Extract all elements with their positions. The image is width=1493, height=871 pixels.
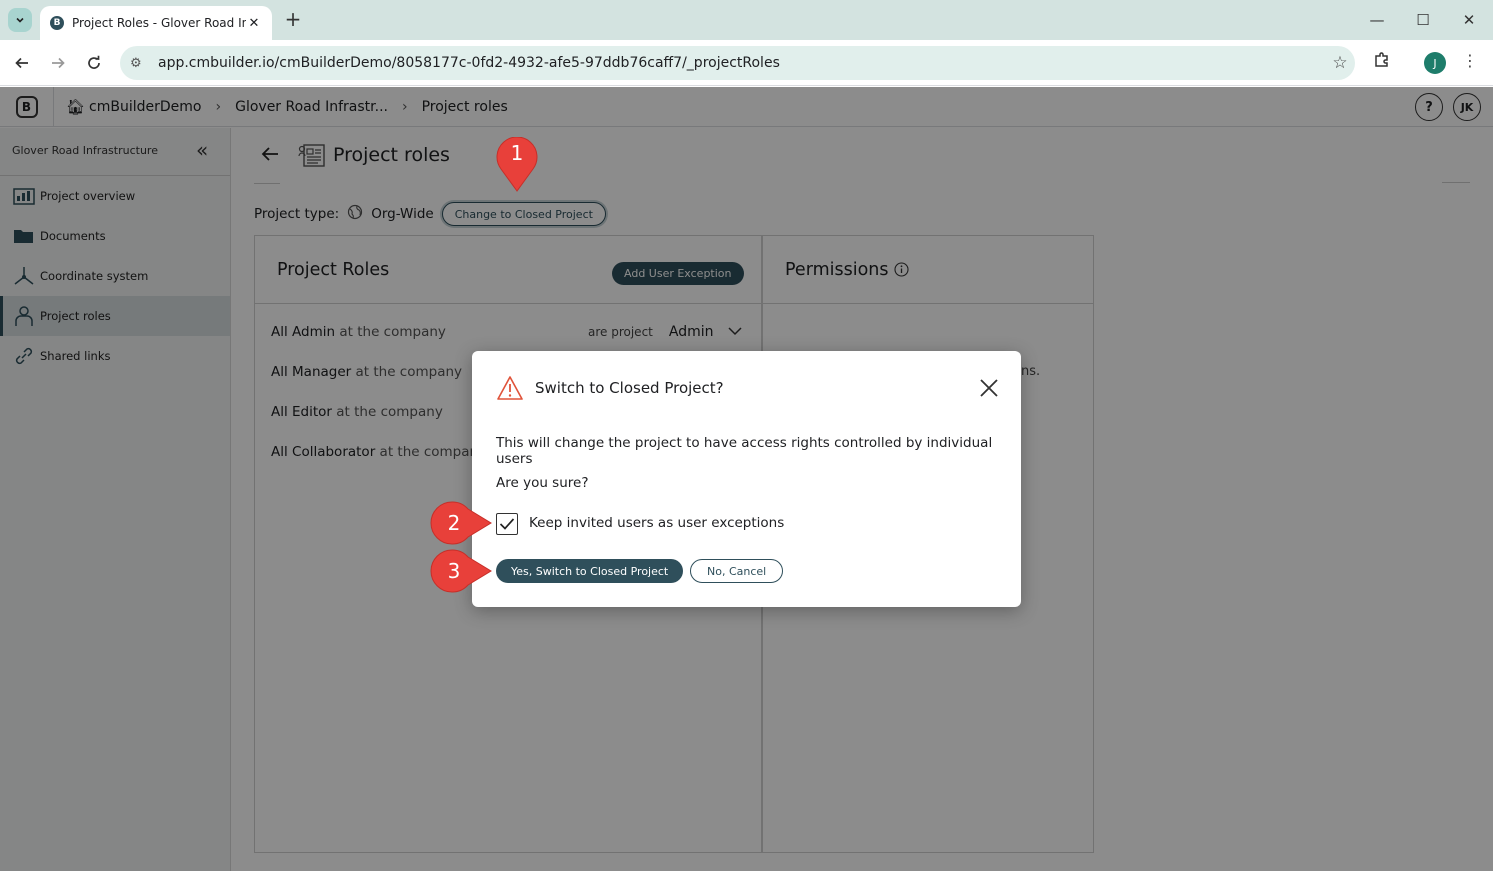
bookmark-star-icon[interactable]: ☆ — [1325, 53, 1355, 73]
tab-search-button[interactable] — [8, 8, 32, 32]
browser-tab-bar: B Project Roles - Glover Road Infr ✕ + —… — [0, 0, 1493, 40]
reload-icon — [88, 55, 100, 69]
profile-avatar[interactable]: J — [1424, 52, 1446, 74]
window-close-button[interactable]: ✕ — [1446, 0, 1492, 40]
chevron-down-icon — [16, 17, 24, 23]
callout-marker-1: 1 — [495, 136, 539, 193]
checkmark-icon — [499, 518, 515, 530]
callout-number: 2 — [447, 511, 461, 535]
tab-title: Project Roles - Glover Road Infr — [72, 16, 246, 30]
arrow-right-icon — [52, 57, 65, 69]
tab-close-icon[interactable]: ✕ — [246, 16, 262, 31]
close-icon[interactable] — [976, 375, 1002, 401]
address-bar-row: ⚙ app.cmbuilder.io/cmBuilderDemo/8058177… — [0, 40, 1493, 86]
minimize-button[interactable]: — — [1354, 0, 1400, 40]
site-settings-icon[interactable]: ⚙ — [130, 56, 152, 71]
url-text: app.cmbuilder.io/cmBuilderDemo/8058177c-… — [158, 55, 780, 71]
switch-closed-project-dialog: Switch to Closed Project? This will chan… — [472, 351, 1021, 607]
forward-button[interactable] — [45, 50, 71, 76]
callout-marker-3: 3 — [430, 549, 492, 593]
browser-menu-icon[interactable]: ⋮ — [1460, 51, 1480, 75]
callout-marker-2: 2 — [430, 501, 492, 545]
reload-button[interactable] — [81, 50, 107, 76]
keep-users-checkbox[interactable] — [496, 513, 518, 535]
warning-icon — [496, 375, 524, 401]
keep-users-checkbox-label[interactable]: Keep invited users as user exceptions — [529, 515, 784, 531]
url-field[interactable]: ⚙ app.cmbuilder.io/cmBuilderDemo/8058177… — [120, 46, 1355, 80]
maximize-button[interactable]: ☐ — [1400, 0, 1446, 40]
back-button[interactable] — [9, 50, 35, 76]
no-cancel-button[interactable]: No, Cancel — [690, 559, 784, 583]
yes-switch-button[interactable]: Yes, Switch to Closed Project — [496, 559, 684, 583]
new-tab-button[interactable]: + — [282, 8, 304, 30]
dialog-body-text: This will change the project to have acc… — [496, 435, 993, 467]
callout-number: 3 — [447, 559, 461, 583]
dialog-confirm-question: Are you sure? — [496, 475, 589, 491]
extensions-icon[interactable] — [1370, 51, 1394, 75]
favicon-icon: B — [50, 16, 64, 30]
dialog-title: Switch to Closed Project? — [535, 379, 724, 397]
arrow-left-icon — [15, 57, 28, 69]
callout-number: 1 — [510, 141, 524, 165]
browser-tab[interactable]: B Project Roles - Glover Road Infr ✕ — [40, 6, 272, 40]
